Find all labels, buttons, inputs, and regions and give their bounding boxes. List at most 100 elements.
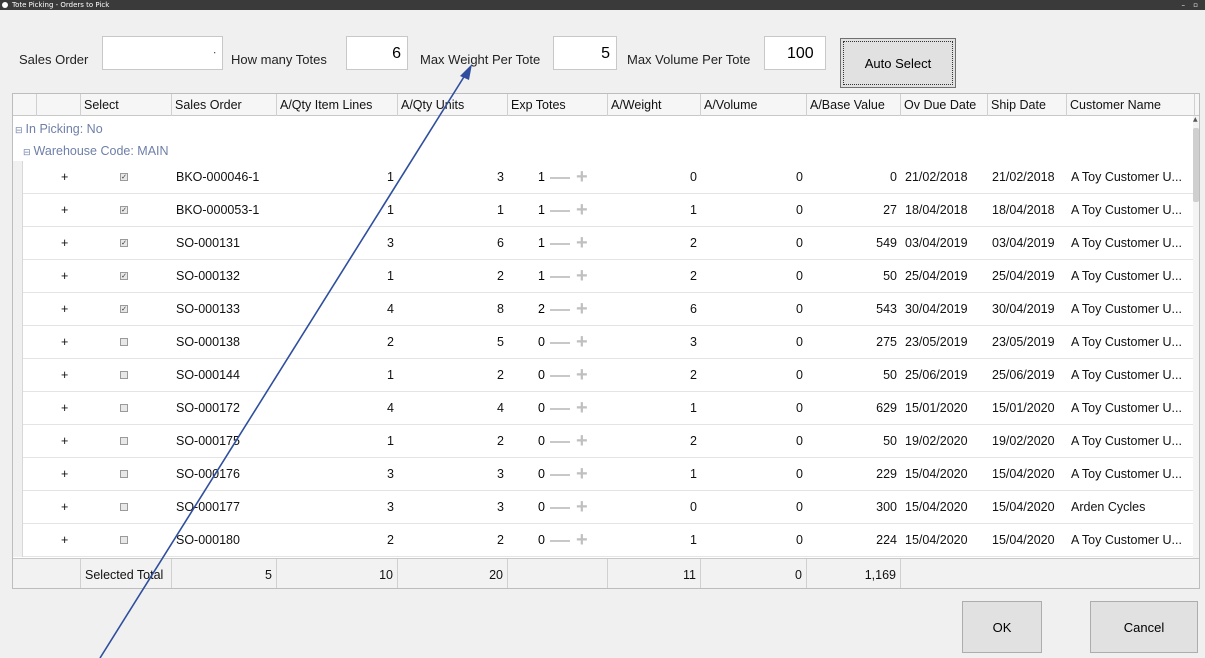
plus-icon[interactable]: + — [576, 260, 588, 293]
plus-icon[interactable]: + — [576, 392, 588, 425]
header-item-lines[interactable]: A/Qty Item Lines — [277, 94, 398, 116]
plus-icon[interactable]: + — [576, 458, 588, 491]
plus-icon[interactable]: + — [576, 161, 588, 194]
select-checkbox[interactable] — [120, 338, 128, 346]
decrease-icon[interactable] — [550, 540, 570, 542]
window-controls[interactable]: – ▫ — [1182, 0, 1201, 10]
plus-icon[interactable]: + — [576, 194, 588, 227]
collapse-icon[interactable]: ⊟ — [15, 125, 23, 135]
exp-totes-stepper[interactable]: 0 + — [508, 425, 608, 458]
row-expand-icon[interactable]: + — [57, 326, 73, 359]
header-exp-totes[interactable]: Exp Totes — [508, 94, 608, 116]
scroll-thumb[interactable] — [1193, 128, 1199, 202]
plus-icon[interactable]: + — [576, 227, 588, 260]
row-expand-icon[interactable]: + — [57, 425, 73, 458]
row-selector[interactable] — [13, 458, 23, 491]
row-expand-icon[interactable]: + — [57, 227, 73, 260]
table-row[interactable]: + ✓ SO-000131 3 6 1 +2 0 549 03/04/2019 03/04/2019… — [13, 227, 1195, 260]
row-expand-icon[interactable]: + — [57, 359, 73, 392]
table-row[interactable]: + SO-000180 2 2 0 +1 0 224 15/04/2020 15/04/2020 A… — [13, 524, 1195, 557]
row-selector[interactable] — [13, 293, 23, 326]
collapse-icon[interactable]: ⊟ — [23, 147, 31, 157]
row-expand-icon[interactable]: + — [57, 524, 73, 557]
cancel-button[interactable]: Cancel — [1090, 601, 1198, 653]
table-row[interactable]: + ✓ SO-000133 4 8 2 +6 0 543 30/04/2019 30/04/2019… — [13, 293, 1195, 326]
select-checkbox[interactable]: ✓ — [120, 305, 128, 313]
table-row[interactable]: + SO-000138 2 5 0 +3 0 275 23/05/2019 23/05/2019 A… — [13, 326, 1195, 359]
group-in-picking[interactable]: ⊟ In Picking: No — [15, 119, 103, 139]
header-ov-due-date[interactable]: Ov Due Date — [901, 94, 988, 116]
row-selector[interactable] — [13, 491, 23, 524]
auto-select-button[interactable]: Auto Select — [840, 38, 956, 88]
table-row[interactable]: + SO-000172 4 4 0 +1 0 629 15/01/2020 15/01/2020 A… — [13, 392, 1195, 425]
vertical-scrollbar[interactable]: ▲ ▼ — [1193, 116, 1199, 568]
exp-totes-stepper[interactable]: 1 + — [508, 194, 608, 227]
decrease-icon[interactable] — [550, 474, 570, 476]
plus-icon[interactable]: + — [576, 326, 588, 359]
decrease-icon[interactable] — [550, 375, 570, 377]
decrease-icon[interactable] — [550, 276, 570, 278]
exp-totes-stepper[interactable]: 0 + — [508, 458, 608, 491]
exp-totes-stepper[interactable]: 0 + — [508, 326, 608, 359]
select-checkbox[interactable]: ✓ — [120, 239, 128, 247]
plus-icon[interactable]: + — [576, 359, 588, 392]
decrease-icon[interactable] — [550, 177, 570, 179]
row-selector[interactable] — [13, 227, 23, 260]
sales-order-dropdown[interactable]: ᐧ — [102, 36, 223, 70]
header-sales-order[interactable]: Sales Order — [172, 94, 277, 116]
header-customer-name[interactable]: Customer Name — [1067, 94, 1195, 116]
decrease-icon[interactable] — [550, 408, 570, 410]
row-selector[interactable] — [13, 194, 23, 227]
header-units[interactable]: A/Qty Units — [398, 94, 508, 116]
row-expand-icon[interactable]: + — [57, 260, 73, 293]
table-row[interactable]: + ✓ BKO-000046-1 1 3 1 +0 0 0 21/02/2018 21/02/201… — [13, 161, 1195, 194]
scroll-up-icon[interactable]: ▲ — [1193, 116, 1198, 123]
decrease-icon[interactable] — [550, 309, 570, 311]
select-checkbox[interactable] — [120, 404, 128, 412]
max-volume-input[interactable]: 100 — [764, 36, 826, 70]
row-selector[interactable] — [13, 392, 23, 425]
decrease-icon[interactable] — [550, 441, 570, 443]
plus-icon[interactable]: + — [576, 425, 588, 458]
header-weight[interactable]: A/Weight — [608, 94, 701, 116]
select-checkbox[interactable] — [120, 437, 128, 445]
exp-totes-stepper[interactable]: 1 + — [508, 260, 608, 293]
row-expand-icon[interactable]: + — [57, 293, 73, 326]
select-checkbox[interactable]: ✓ — [120, 272, 128, 280]
select-checkbox[interactable] — [120, 371, 128, 379]
row-selector[interactable] — [13, 260, 23, 293]
exp-totes-stepper[interactable]: 0 + — [508, 491, 608, 524]
table-row[interactable]: + SO-000177 3 3 0 +0 0 300 15/04/2020 15/04/2020 A… — [13, 491, 1195, 524]
select-checkbox[interactable] — [120, 503, 128, 511]
plus-icon[interactable]: + — [576, 293, 588, 326]
group-warehouse[interactable]: ⊟ Warehouse Code: MAIN — [23, 141, 169, 161]
plus-icon[interactable]: + — [576, 524, 588, 557]
row-selector[interactable] — [13, 161, 23, 194]
header-select[interactable]: Select — [81, 94, 172, 116]
exp-totes-stepper[interactable]: 0 + — [508, 392, 608, 425]
header-ship-date[interactable]: Ship Date — [988, 94, 1067, 116]
max-weight-input[interactable]: 5 — [553, 36, 617, 70]
select-checkbox[interactable]: ✓ — [120, 206, 128, 214]
row-expand-icon[interactable]: + — [57, 161, 73, 194]
row-expand-icon[interactable]: + — [57, 392, 73, 425]
how-many-totes-input[interactable]: 6 — [346, 36, 408, 70]
row-selector[interactable] — [13, 326, 23, 359]
row-expand-icon[interactable]: + — [57, 491, 73, 524]
row-expand-icon[interactable]: + — [57, 194, 73, 227]
row-expand-icon[interactable]: + — [57, 458, 73, 491]
header-volume[interactable]: A/Volume — [701, 94, 807, 116]
row-selector[interactable] — [13, 524, 23, 557]
select-checkbox[interactable] — [120, 536, 128, 544]
exp-totes-stepper[interactable]: 1 + — [508, 227, 608, 260]
table-row[interactable]: + SO-000176 3 3 0 +1 0 229 15/04/2020 15/04/2020 A… — [13, 458, 1195, 491]
table-row[interactable]: + SO-000144 1 2 0 +2 0 50 25/06/2019 25/06/2019 A … — [13, 359, 1195, 392]
exp-totes-stepper[interactable]: 1 + — [508, 161, 608, 194]
table-row[interactable]: + ✓ SO-000132 1 2 1 +2 0 50 25/04/2019 25/04/2019 A… — [13, 260, 1195, 293]
ok-button[interactable]: OK — [962, 601, 1042, 653]
select-checkbox[interactable] — [120, 470, 128, 478]
row-selector[interactable] — [13, 359, 23, 392]
exp-totes-stepper[interactable]: 0 + — [508, 359, 608, 392]
header-base-value[interactable]: A/Base Value — [807, 94, 901, 116]
table-row[interactable]: + SO-000175 1 2 0 +2 0 50 19/02/2020 19/02/2020 A … — [13, 425, 1195, 458]
